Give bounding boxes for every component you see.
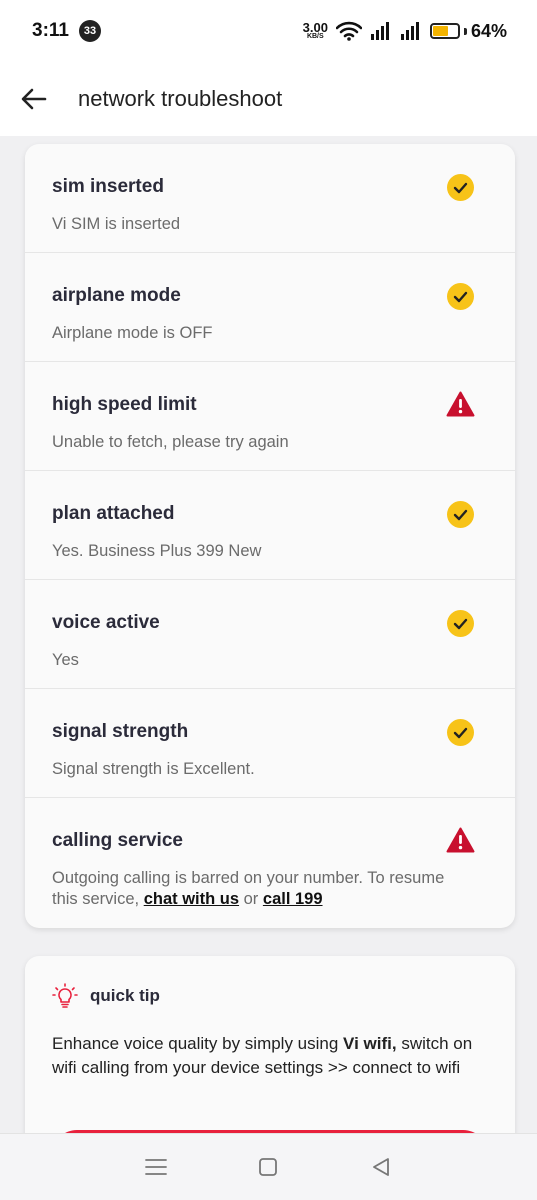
check-title: signal strength	[52, 721, 189, 742]
check-description: Outgoing calling is barred on your numbe…	[52, 868, 452, 910]
system-nav-bar	[0, 1133, 537, 1200]
network-speed-unit: KB/S	[306, 32, 324, 40]
cell-signal-icon	[370, 22, 389, 40]
check-title: airplane mode	[52, 285, 181, 306]
check-row-signal-strength: signal strength Signal strength is Excel…	[25, 689, 515, 798]
quick-tip-text: Enhance voice quality by simply using Vi…	[52, 1032, 492, 1080]
check-description-or: or	[239, 890, 263, 908]
check-ok-icon	[447, 719, 474, 746]
quick-tip-text-bold: Vi wifi,	[343, 1034, 397, 1053]
status-time: 3:11	[32, 20, 69, 41]
battery: 64%	[429, 20, 507, 42]
check-row-voice-active: voice active Yes	[25, 580, 515, 689]
battery-tip	[463, 27, 467, 35]
status-bar: 3:11 33 3.00 KB/S 64%	[0, 0, 537, 62]
troubleshoot-checks-card: sim inserted Vi SIM is inserted airplane…	[25, 144, 515, 928]
check-row-calling-service: calling service Outgoing calling is barr…	[25, 798, 515, 928]
check-description: Airplane mode is OFF	[52, 324, 213, 342]
check-description: Unable to fetch, please try again	[52, 433, 289, 451]
check-title: plan attached	[52, 503, 175, 524]
status-right-group: 3.00 KB/S 64%	[303, 21, 507, 42]
notification-count-badge: 33	[78, 20, 101, 42]
quick-tip-title: quick tip	[90, 986, 160, 1005]
battery-percent: 64%	[470, 20, 507, 41]
nav-menu-button[interactable]	[141, 1152, 171, 1182]
quick-tip-header: quick tip	[52, 983, 160, 1009]
triangle-back-icon	[372, 1158, 389, 1176]
arrow-left-icon	[21, 88, 47, 110]
check-description: Yes. Business Plus 399 New	[52, 542, 262, 560]
network-speed: 3.00 KB/S	[302, 20, 328, 40]
check-row-plan-attached: plan attached Yes. Business Plus 399 New	[25, 471, 515, 580]
check-ok-icon	[447, 610, 474, 637]
app-header: network troubleshoot	[0, 62, 537, 136]
check-description: Yes	[52, 651, 79, 669]
quick-tip-text-prefix: Enhance voice quality by simply using	[52, 1034, 344, 1053]
battery-fill	[432, 26, 449, 36]
cell-signal-2-icon	[400, 22, 419, 40]
warning-icon	[446, 391, 475, 417]
home-square-icon	[259, 1158, 278, 1176]
chat-with-us-link[interactable]: chat with us	[144, 890, 239, 908]
check-description: Signal strength is Excellent.	[52, 760, 255, 778]
wifi-icon	[335, 21, 362, 41]
check-ok-icon	[447, 501, 474, 528]
battery-icon	[429, 23, 460, 39]
warning-icon	[446, 827, 475, 853]
call-199-link[interactable]: call 199	[263, 890, 323, 908]
check-ok-icon	[447, 283, 474, 310]
nav-home-button[interactable]	[253, 1152, 283, 1182]
check-description: Vi SIM is inserted	[52, 215, 181, 233]
back-button[interactable]	[20, 85, 48, 113]
check-title: calling service	[52, 830, 183, 851]
menu-icon	[145, 1159, 168, 1175]
check-title: voice active	[52, 612, 160, 633]
lightbulb-icon	[52, 983, 78, 1008]
page-title: network troubleshoot	[78, 86, 283, 111]
nav-back-button[interactable]	[366, 1152, 396, 1182]
check-row-sim-inserted: sim inserted Vi SIM is inserted	[25, 144, 515, 253]
check-row-airplane-mode: airplane mode Airplane mode is OFF	[25, 253, 515, 362]
check-title: sim inserted	[52, 176, 164, 197]
check-title: high speed limit	[52, 394, 197, 415]
check-ok-icon	[447, 174, 474, 201]
network-speed-value: 3.00	[302, 20, 328, 35]
check-row-high-speed-limit: high speed limit Unable to fetch, please…	[25, 362, 515, 471]
